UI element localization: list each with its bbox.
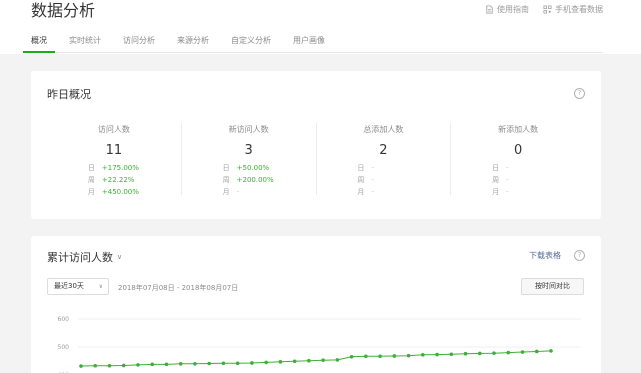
week-change: +200.00% <box>236 176 274 184</box>
data-point[interactable] <box>107 363 112 368</box>
data-point[interactable] <box>392 354 397 358</box>
data-point[interactable] <box>435 352 439 357</box>
tab-overview[interactable]: 概况 <box>23 29 55 53</box>
day-change: +175.00% <box>101 164 139 172</box>
help-icon[interactable]: ? <box>574 88 585 99</box>
data-point[interactable] <box>520 350 525 354</box>
day-label: 日 <box>222 164 230 172</box>
y-tick-label: 500 <box>58 344 70 351</box>
data-point[interactable] <box>79 364 83 368</box>
stat-label: 总添加人数 <box>363 125 404 134</box>
tab-custom-analysis[interactable]: 自定义分析 <box>231 29 271 52</box>
data-point[interactable] <box>178 362 183 366</box>
data-point[interactable] <box>121 363 126 368</box>
overview-card: 昨日概况 ? 访问人数 11 日 +175.00% 周 +22.22% 月 +450.… <box>31 71 601 219</box>
qrcode-icon <box>543 5 552 14</box>
data-point[interactable] <box>549 349 553 353</box>
month-change: - <box>371 188 374 196</box>
data-point[interactable] <box>463 351 468 356</box>
data-point[interactable] <box>93 363 98 368</box>
data-point[interactable] <box>164 362 169 367</box>
data-point[interactable] <box>207 361 211 366</box>
data-point[interactable] <box>477 351 482 356</box>
stat-total-added: 总添加人数 2 日- 周- 月- <box>315 123 451 196</box>
month-label: 月 <box>492 188 500 196</box>
data-point[interactable] <box>193 362 197 366</box>
day-change: +50.00% <box>236 164 270 172</box>
month-label: 月 <box>357 188 365 196</box>
month-change: - <box>506 188 509 196</box>
stat-value: 3 <box>244 143 253 158</box>
month-label: 月 <box>87 188 95 196</box>
tab-bar: 概况 实时统计 访问分析 来源分析 自定义分析 用户画像 <box>23 29 603 53</box>
data-point[interactable] <box>406 353 411 358</box>
usage-guide-link[interactable]: 使用指南 <box>485 4 529 15</box>
data-point[interactable] <box>264 360 268 365</box>
mobile-view-label: 手机查看数据 <box>555 5 603 14</box>
week-label: 周 <box>492 176 500 184</box>
tab-visit-analysis[interactable]: 访问分析 <box>123 29 155 52</box>
month-change: +450.00% <box>101 188 139 196</box>
month-change: - <box>236 188 240 196</box>
overview-title: 昨日概况 <box>47 88 91 101</box>
day-change: - <box>371 164 374 172</box>
week-label: 周 <box>87 176 95 184</box>
stat-label: 新访问人数 <box>228 125 269 134</box>
data-point[interactable] <box>307 358 311 363</box>
data-point[interactable] <box>378 354 382 359</box>
data-point[interactable] <box>534 349 539 354</box>
top-links: 使用指南 手机查看数据 <box>485 4 603 15</box>
data-point[interactable] <box>235 361 240 366</box>
mobile-view-link[interactable]: 手机查看数据 <box>543 4 603 15</box>
stat-value: 0 <box>513 143 523 158</box>
week-change: - <box>506 176 509 184</box>
month-label: 月 <box>222 188 230 196</box>
data-point[interactable] <box>335 358 340 362</box>
stat-value: 2 <box>379 143 388 158</box>
day-change: - <box>506 164 509 172</box>
usage-guide-label: 使用指南 <box>497 5 529 14</box>
data-point[interactable] <box>250 361 254 365</box>
stat-value: 11 <box>105 143 123 158</box>
data-point[interactable] <box>292 359 297 364</box>
data-point[interactable] <box>421 353 425 357</box>
header: 数据分析 使用指南 手机查看数据 概况 实时统计 访问分析 来源分析 自定义分析… <box>0 0 641 54</box>
stat-visitors: 访问人数 11 日 +175.00% 周 +22.22% 月 +450.00% <box>47 123 181 196</box>
day-label: 日 <box>492 164 500 172</box>
data-point[interactable] <box>278 360 283 364</box>
tab-user-profile[interactable]: 用户画像 <box>293 29 325 52</box>
data-point[interactable] <box>492 351 496 355</box>
cumulative-card: 累计访问人数 ∨ 下载表格 ? 最近30天 ∨ 2018年07月08日 - 20… <box>31 236 601 373</box>
data-point[interactable] <box>506 350 511 355</box>
document-icon <box>486 5 493 14</box>
data-point[interactable] <box>136 363 140 367</box>
data-point[interactable] <box>349 355 354 359</box>
day-label: 日 <box>357 164 365 172</box>
line-chart: 600500400 <box>58 316 581 373</box>
data-point[interactable] <box>150 362 155 367</box>
stats-row: 访问人数 11 日 +175.00% 周 +22.22% 月 +450.00% 新访问… <box>47 123 585 196</box>
day-label: 日 <box>87 164 95 172</box>
data-point[interactable] <box>321 358 325 362</box>
stat-new-added: 新添加人数 0 日- 周- 月- <box>450 123 585 196</box>
week-label: 周 <box>357 176 365 184</box>
tab-source-analysis[interactable]: 来源分析 <box>177 29 209 52</box>
stat-new-visitors: 新访问人数 3 日 +50.00% 周 +200.00% 月- <box>180 123 316 196</box>
y-tick-label: 600 <box>58 316 70 323</box>
data-point[interactable] <box>449 352 454 357</box>
data-point[interactable] <box>364 354 368 359</box>
stat-label: 访问人数 <box>97 125 130 134</box>
tab-realtime[interactable]: 实时统计 <box>69 29 101 52</box>
week-label: 周 <box>222 176 230 184</box>
week-change: +22.22% <box>101 176 135 184</box>
page-title: 数据分析 <box>31 1 96 20</box>
stat-label: 新添加人数 <box>498 125 539 134</box>
data-point[interactable] <box>221 361 226 366</box>
week-change: - <box>371 176 374 184</box>
